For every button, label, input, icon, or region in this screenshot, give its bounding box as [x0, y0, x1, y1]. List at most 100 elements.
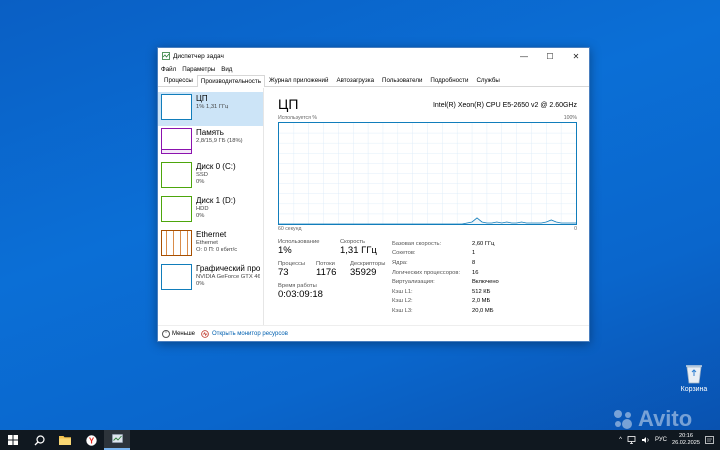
sidebar-item-label: ЦП: [196, 94, 208, 103]
fewer-details-button[interactable]: ⌃ Меньше: [162, 329, 195, 338]
taskbar-explorer[interactable]: [52, 430, 78, 450]
sidebar-item-memory[interactable]: Память 2,8/15,9 ГБ (18%): [158, 126, 263, 160]
disk1-mini-graph: [161, 196, 192, 222]
sidebar-item-label: Ethernet: [196, 230, 227, 239]
network-icon[interactable]: [627, 436, 636, 444]
sidebar-item-label: Диск 0 (C:): [196, 162, 236, 171]
search-button[interactable]: [26, 430, 52, 450]
menu-file[interactable]: Файл: [161, 66, 176, 73]
tab-services[interactable]: Службы: [472, 74, 503, 86]
chevron-up-icon: ⌃: [162, 329, 170, 338]
spec-row: Виртуализация: Включено: [392, 279, 499, 286]
memory-mini-graph: [161, 128, 192, 154]
cpu-mini-graph: [161, 94, 192, 120]
language-indicator[interactable]: РУС: [655, 437, 667, 443]
clock[interactable]: 20:16 26.02.2025: [672, 433, 700, 447]
fewer-details-label: Меньше: [172, 330, 195, 337]
window-title: Диспетчер задач: [173, 52, 224, 60]
ethernet-mini-graph: [161, 230, 192, 256]
yandex-browser-icon: Y: [85, 434, 97, 446]
taskbar: Y ^ РУС 20:16 26.02.2025: [0, 430, 720, 450]
spec-row: Кэш L3: 20,0 МБ: [392, 307, 494, 314]
graph-label-usage: Используется %: [278, 115, 317, 121]
start-button[interactable]: [0, 430, 26, 450]
task-manager-icon: [162, 52, 170, 60]
avito-watermark-text: Avito: [638, 406, 693, 431]
recycle-bin-shortcut[interactable]: Корзина: [672, 362, 716, 393]
clock-time: 20:16: [679, 433, 693, 439]
sidebar-item-label: Графический про: [196, 264, 260, 273]
resource-monitor-icon: [201, 329, 209, 338]
tab-bar: Процессы Производительность Журнал прило…: [158, 75, 589, 87]
cpu-specs: Базовая скорость: 2,60 ГГц Сокетов: 1 Ядра…: [392, 239, 499, 316]
avito-logo-icon: [614, 410, 632, 429]
taskbar-task-manager[interactable]: [104, 430, 130, 450]
sidebar-item-detail: О: 0 П: 0 кбит/с: [196, 247, 238, 253]
menu-view[interactable]: Вид: [221, 66, 232, 73]
maximize-button[interactable]: ☐: [537, 48, 563, 64]
tab-app-history[interactable]: Журнал приложений: [265, 74, 333, 86]
minimize-button[interactable]: —: [511, 48, 537, 64]
taskbar-yandex-browser[interactable]: Y: [78, 430, 104, 450]
sidebar-item-detail: 0%: [196, 213, 205, 219]
sidebar-item-ethernet[interactable]: Ethernet Ethernet О: 0 П: 0 кбит/с: [158, 228, 263, 262]
notifications-icon[interactable]: [705, 435, 714, 445]
sidebar-item-detail: 0%: [196, 281, 205, 287]
sidebar-item-detail: NVIDIA GeForce GTX 46: [196, 274, 260, 280]
sidebar-item-detail: 0%: [196, 179, 205, 185]
task-manager-icon: [111, 434, 123, 443]
processes-value: 73: [278, 267, 289, 278]
open-resource-monitor-label: Открыть монитор ресурсов: [212, 330, 288, 337]
graph-label-time: 60 секунд: [278, 226, 302, 232]
clock-date: 26.02.2025: [672, 440, 700, 446]
graph-label-zero: 0: [574, 226, 577, 232]
tab-performance[interactable]: Производительность: [196, 75, 265, 87]
sidebar-item-cpu[interactable]: ЦП 1% 1,31 ГГц: [158, 92, 263, 126]
usage-value: 1%: [278, 245, 292, 256]
uptime-value: 0:03:09:18: [278, 289, 323, 300]
sidebar-item-detail: SSD: [196, 172, 208, 178]
tab-processes[interactable]: Процессы: [160, 74, 197, 86]
spec-row: Сокетов: 1: [392, 250, 476, 257]
spec-row: Кэш L2: 2,0 МБ: [392, 298, 491, 305]
resource-sidebar: ЦП 1% 1,31 ГГц Память 2,8/15,9 ГБ (18%) …: [158, 88, 264, 325]
spec-row: Кэш L1: 512 КБ: [392, 288, 491, 295]
volume-icon[interactable]: [641, 436, 650, 444]
sidebar-item-detail: 1% 1,31 ГГц: [196, 104, 229, 110]
spec-row: Базовая скорость: 2,60 ГГц: [392, 240, 495, 247]
system-tray: ^ РУС 20:16 26.02.2025: [619, 430, 714, 450]
disk0-mini-graph: [161, 162, 192, 188]
sidebar-item-detail: Ethernet: [196, 240, 218, 246]
open-resource-monitor-link[interactable]: Открыть монитор ресурсов: [201, 329, 288, 338]
gpu-mini-graph: [161, 264, 192, 290]
windows-logo-icon: [8, 435, 18, 445]
sidebar-item-detail: 2,8/15,9 ГБ (18%): [196, 138, 243, 144]
tab-details[interactable]: Подробности: [426, 74, 472, 86]
tab-users[interactable]: Пользователи: [378, 74, 426, 86]
handles-value: 35929: [350, 267, 377, 278]
sidebar-item-disk-1[interactable]: Диск 1 (D:) HDD 0%: [158, 194, 263, 228]
sidebar-item-detail: HDD: [196, 206, 209, 212]
sidebar-item-label: Память: [196, 128, 224, 137]
menu-options[interactable]: Параметры: [182, 66, 215, 73]
cpu-usage-graph: [278, 122, 577, 225]
spec-row: Ядра: 8: [392, 259, 476, 266]
sidebar-item-label: Диск 1 (D:): [196, 196, 236, 205]
speed-value: 1,31 ГГц: [340, 245, 377, 256]
sidebar-item-gpu[interactable]: Графический про NVIDIA GeForce GTX 46 0%: [158, 262, 263, 296]
recycle-bin-label: Корзина: [680, 386, 708, 393]
title-bar[interactable]: Диспетчер задач — ☐ ✕: [158, 48, 589, 64]
threads-value: 1176: [316, 267, 337, 278]
svg-text:Y: Y: [88, 436, 94, 445]
task-manager-window: Диспетчер задач — ☐ ✕ Файл Параметры Вид…: [157, 47, 590, 342]
recycle-bin-icon: [684, 362, 704, 384]
tab-startup[interactable]: Автозагрузка: [332, 74, 378, 86]
sidebar-item-disk-0[interactable]: Диск 0 (C:) SSD 0%: [158, 160, 263, 194]
search-icon: [34, 434, 45, 445]
cpu-detail-panel: ЦП Intel(R) Xeon(R) CPU E5-2650 v2 @ 2.6…: [264, 88, 589, 325]
folder-icon: [59, 436, 71, 445]
close-button[interactable]: ✕: [563, 48, 589, 64]
chevron-up-icon[interactable]: ^: [619, 437, 622, 443]
cpu-model-name: Intel(R) Xeon(R) CPU E5-2650 v2 @ 2.60GH…: [432, 102, 577, 109]
window-footer: ⌃ Меньше Открыть монитор ресурсов: [158, 325, 589, 341]
